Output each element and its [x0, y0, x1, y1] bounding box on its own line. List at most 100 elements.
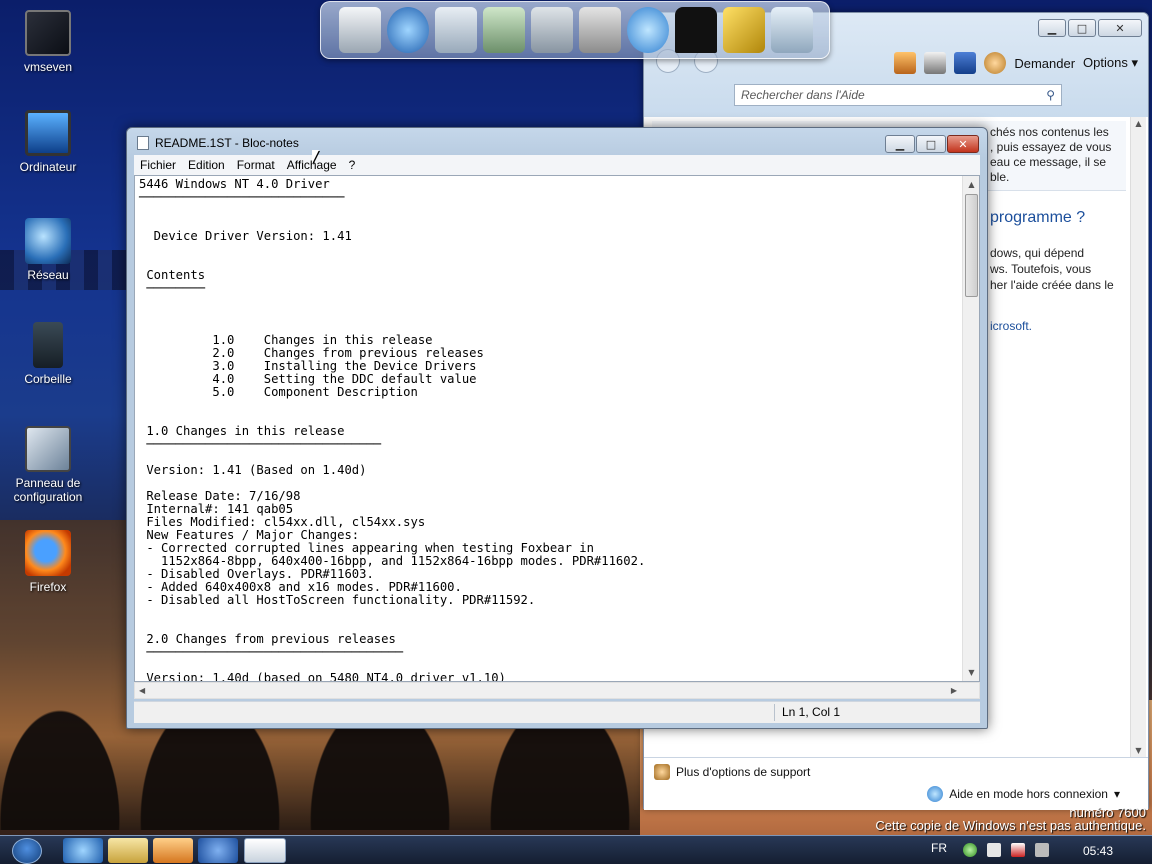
status-bar: Ln 1, Col 1	[134, 701, 980, 723]
horizontal-scrollbar[interactable]: ◀ ▶	[134, 682, 980, 699]
notice-line: ble.	[990, 170, 1010, 184]
help-caption-buttons: ▁ □ ✕	[1038, 19, 1142, 37]
menu-edition[interactable]: Edition	[182, 158, 231, 172]
menu-format[interactable]: Format	[231, 158, 281, 172]
dock	[320, 1, 830, 59]
close-button[interactable]: ✕	[947, 135, 979, 153]
document-text[interactable]: 5446 Windows NT 4.0 Driver ─────────────…	[137, 176, 957, 682]
monitor-icon[interactable]	[339, 7, 381, 53]
help-paragraph-line: ws. Toutefois, vous	[990, 262, 1092, 276]
taskbar: FR 05:43	[0, 835, 1152, 864]
notepad-icon	[137, 136, 149, 150]
minimize-button[interactable]: ▁	[885, 135, 915, 153]
notice-line: , puis essayez de vous	[990, 140, 1112, 154]
activation-watermark: numéro 7600 Cette copie de Windows n'est…	[875, 806, 1146, 832]
notice-line: chés nos contenus les	[990, 125, 1109, 139]
help-bottom-bar: Plus d'options de support Aide en mode h…	[644, 757, 1148, 810]
recycle-icon[interactable]	[771, 7, 813, 53]
offline-help-menu[interactable]: Aide en mode hors connexion ▾	[927, 786, 1120, 802]
help-heading: programme ?	[990, 209, 1086, 226]
help-link[interactable]: icrosoft.	[990, 319, 1032, 333]
tools-icon[interactable]	[579, 7, 621, 53]
scroll-up-icon[interactable]: ▲	[963, 176, 979, 193]
explorer-icon[interactable]	[108, 838, 148, 863]
offline-label: Aide en mode hors connexion	[949, 787, 1108, 801]
help-paragraph: dows, qui dépend ws. Toutefois, vous her…	[990, 245, 1130, 293]
console-icon	[25, 10, 71, 56]
support-options-link[interactable]: Plus d'options de support	[654, 764, 810, 780]
desktop-icon-label: Firefox	[29, 580, 67, 594]
language-indicator[interactable]: FR	[931, 841, 947, 855]
window-title: README.1ST - Bloc-notes	[155, 136, 299, 150]
hammer-icon[interactable]	[723, 7, 765, 53]
notepad-caption-buttons: ▁ □ ✕	[885, 135, 979, 153]
control-panel-icon	[25, 426, 71, 472]
clock[interactable]: 05:43	[1083, 844, 1113, 858]
menu-help[interactable]: ?	[343, 158, 362, 172]
desktop-icon-label: Corbeille	[24, 372, 72, 386]
scroll-down-icon[interactable]: ▼	[1135, 746, 1141, 755]
start-button[interactable]	[12, 838, 42, 864]
recycle-bin-icon	[33, 322, 63, 368]
firefox-icon	[25, 530, 71, 576]
help-search-input[interactable]: Rechercher dans l'Aide ⚲	[734, 84, 1062, 106]
folder-icon[interactable]	[483, 7, 525, 53]
web-globe-icon[interactable]	[387, 7, 429, 53]
desktop-icon-panneau[interactable]: Panneau de configuration	[3, 426, 93, 504]
vertical-scrollbar[interactable]: ▲ ▼	[962, 176, 979, 681]
status-separator	[774, 704, 775, 721]
help-icon[interactable]	[198, 838, 238, 863]
documents-icon[interactable]	[435, 7, 477, 53]
close-button[interactable]: ✕	[1098, 19, 1142, 37]
desktop-icon-vmseven[interactable]: vmseven	[3, 10, 93, 74]
menu-fichier[interactable]: Fichier	[134, 158, 182, 172]
print-icon[interactable]	[924, 52, 947, 74]
network-tray-icon[interactable]	[963, 843, 977, 857]
media-player-icon[interactable]	[153, 838, 193, 863]
flag-icon[interactable]	[987, 843, 1001, 857]
menubar: Fichier Edition Format Affichage ?	[134, 155, 980, 175]
notepad-window[interactable]: README.1ST - Bloc-notes ▁ □ ✕ Fichier Ed…	[126, 127, 988, 729]
browse-help-icon[interactable]	[954, 52, 977, 74]
watermark-message: Cette copie de Windows n'est pas authent…	[875, 818, 1146, 833]
desktop-icon-corbeille[interactable]: Corbeille	[3, 322, 93, 386]
settings-icon[interactable]	[531, 7, 573, 53]
options-label: Options	[1083, 55, 1128, 70]
help-search-placeholder: Rechercher dans l'Aide	[741, 88, 865, 102]
support-icon	[654, 764, 670, 780]
desktop-icon-label: vmseven	[23, 60, 73, 74]
text-editor[interactable]: 5446 Windows NT 4.0 Driver ─────────────…	[134, 175, 980, 682]
internet-icon[interactable]	[627, 7, 669, 53]
desktop-icon-ordinateur[interactable]: Ordinateur	[3, 110, 93, 174]
internet-explorer-icon[interactable]	[63, 838, 103, 863]
scroll-left-icon[interactable]: ◀	[139, 686, 145, 695]
desktop-icon-label: Panneau de configuration	[13, 476, 83, 504]
search-icon[interactable]: ⚲	[1046, 88, 1055, 102]
system-tray: FR 05:43	[925, 836, 1152, 864]
minimize-button[interactable]: ▁	[1038, 19, 1066, 37]
maximize-button[interactable]: □	[916, 135, 946, 153]
scroll-down-icon[interactable]: ▼	[963, 664, 979, 681]
action-center-icon[interactable]	[1011, 843, 1025, 857]
desktop-icon-label: Ordinateur	[19, 160, 77, 174]
desktop-icon-firefox[interactable]: Firefox	[3, 530, 93, 594]
help-scrollbar[interactable]: ▲ ▼	[1130, 117, 1146, 757]
network-icon	[25, 218, 71, 264]
options-button[interactable]: Options ▾	[1083, 55, 1138, 71]
home-icon[interactable]	[894, 52, 917, 74]
desktop-icon-label: Réseau	[27, 268, 69, 282]
maximize-button[interactable]: □	[1068, 19, 1096, 37]
ask-icon[interactable]	[984, 52, 1007, 74]
scroll-up-icon[interactable]: ▲	[1135, 119, 1141, 128]
volume-muted-icon[interactable]	[1035, 843, 1049, 857]
desktop-icon-reseau[interactable]: Réseau	[3, 218, 93, 282]
cursor-position: Ln 1, Col 1	[782, 705, 841, 719]
help-paragraph-line: dows, qui dépend	[990, 246, 1085, 260]
scroll-right-icon[interactable]: ▶	[951, 686, 957, 695]
shirt-icon[interactable]	[675, 7, 717, 53]
scroll-thumb[interactable]	[965, 194, 978, 297]
ask-button[interactable]: Demander	[1014, 56, 1075, 71]
chevron-down-icon: ▾	[1113, 787, 1120, 801]
notepad-icon[interactable]	[244, 838, 286, 863]
globe-icon	[927, 786, 944, 802]
